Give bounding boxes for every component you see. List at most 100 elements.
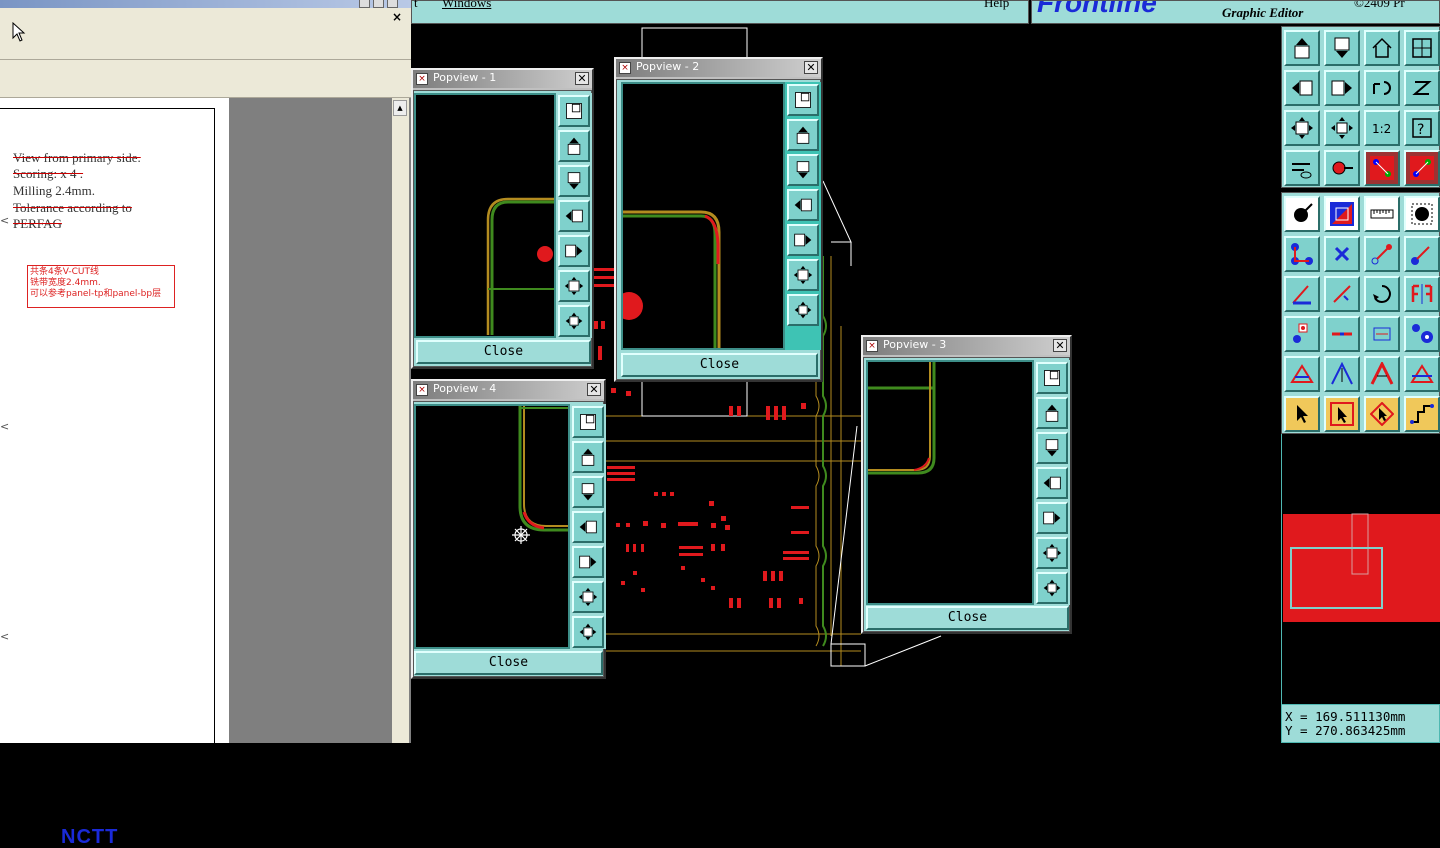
- home-button[interactable]: [1364, 30, 1400, 66]
- pan-right-button[interactable]: [558, 235, 590, 267]
- pan-left-button[interactable]: [1284, 70, 1320, 106]
- zoom-window-button[interactable]: [787, 84, 819, 116]
- pan-left-button[interactable]: [572, 511, 604, 543]
- group-button[interactable]: [1404, 316, 1440, 352]
- layers-a-button[interactable]: [1364, 150, 1400, 186]
- pan-right-button[interactable]: [787, 224, 819, 256]
- pan-right-button[interactable]: [1324, 70, 1360, 106]
- redraw-button[interactable]: [1404, 70, 1440, 106]
- popview-close-button[interactable]: Close: [414, 651, 603, 675]
- pan-down-button[interactable]: [787, 154, 819, 186]
- help-button[interactable]: ?: [1404, 110, 1440, 146]
- popview-close-icon[interactable]: ✕: [587, 383, 601, 396]
- pan-down-button[interactable]: [572, 476, 604, 508]
- pan-down-button[interactable]: [1036, 432, 1068, 464]
- color-button[interactable]: [1324, 196, 1360, 232]
- popview-titlebar[interactable]: × Popview - 4 ✕: [413, 381, 604, 399]
- path-button[interactable]: [1404, 396, 1440, 432]
- popview-canvas[interactable]: [621, 82, 785, 350]
- vertical-scrollbar[interactable]: ▲: [392, 98, 409, 743]
- connect-button[interactable]: [1284, 236, 1320, 272]
- pointer-box-button[interactable]: [1324, 396, 1360, 432]
- menu-item-windows[interactable]: Windows: [442, 0, 491, 11]
- pointer-button[interactable]: [1284, 396, 1320, 432]
- triangle-c-button[interactable]: [1364, 356, 1400, 392]
- maximize-button[interactable]: [373, 0, 384, 8]
- popview-close-icon[interactable]: ✕: [1053, 339, 1067, 352]
- popview-title: Popview - 3: [883, 338, 947, 351]
- rotate-button[interactable]: [1364, 276, 1400, 312]
- pan-down-button[interactable]: [1324, 30, 1360, 66]
- move-button[interactable]: [1284, 316, 1320, 352]
- measure-tool-button[interactable]: [1284, 150, 1320, 186]
- popview-close-icon[interactable]: ✕: [575, 72, 589, 85]
- close-button[interactable]: [387, 0, 398, 8]
- minimize-button[interactable]: [359, 0, 370, 8]
- popview-close-button[interactable]: Close: [416, 340, 591, 364]
- pan-up-button[interactable]: [558, 130, 590, 162]
- pan-right-button[interactable]: [1036, 502, 1068, 534]
- zoom-out-button[interactable]: [572, 581, 604, 613]
- triangle-a-button[interactable]: [1284, 356, 1320, 392]
- pan-down-button[interactable]: [558, 165, 590, 197]
- window-button[interactable]: [1404, 30, 1440, 66]
- pan-up-button[interactable]: [787, 119, 819, 151]
- pan-up-button[interactable]: [1036, 397, 1068, 429]
- zoom-all-button[interactable]: [1324, 110, 1360, 146]
- zoom-out-button[interactable]: [787, 259, 819, 291]
- layers-b-button[interactable]: [1404, 150, 1440, 186]
- arc-button[interactable]: [1404, 236, 1440, 272]
- pad-button[interactable]: [1404, 196, 1440, 232]
- popview-1-window[interactable]: × Popview - 1 ✕ Close: [411, 68, 594, 369]
- zoom-in-button[interactable]: [572, 616, 604, 648]
- popview-2-window[interactable]: × Popview - 2 ✕ Close: [614, 57, 823, 382]
- popview-canvas[interactable]: [414, 404, 570, 649]
- zoom-out-button[interactable]: [1036, 537, 1068, 569]
- zoom-in-button[interactable]: [1036, 572, 1068, 604]
- zoom-window-button[interactable]: [558, 95, 590, 127]
- scroll-up-icon[interactable]: ▲: [393, 100, 407, 116]
- pan-up-button[interactable]: [572, 441, 604, 473]
- popview-close-button[interactable]: Close: [866, 606, 1069, 630]
- pointer-rotate-button[interactable]: [1364, 396, 1400, 432]
- pan-left-button[interactable]: [1036, 467, 1068, 499]
- popview-canvas[interactable]: [414, 93, 556, 338]
- angle-button[interactable]: [1284, 276, 1320, 312]
- popview-3-window[interactable]: × Popview - 3 ✕ Close: [861, 335, 1072, 634]
- scale-button[interactable]: 1:2: [1364, 110, 1400, 146]
- triangle-b-button[interactable]: [1324, 356, 1360, 392]
- popview-canvas[interactable]: [866, 360, 1034, 605]
- horiz-line-button[interactable]: [1324, 316, 1360, 352]
- line-button[interactable]: [1364, 236, 1400, 272]
- popview-titlebar[interactable]: × Popview - 1 ✕: [413, 70, 592, 88]
- dimension-button[interactable]: [1364, 316, 1400, 352]
- popview-4-window[interactable]: × Popview - 4 ✕ Close: [411, 379, 606, 679]
- pan-up-button[interactable]: [1284, 30, 1320, 66]
- pan-left-icon: [565, 209, 583, 223]
- slope-button[interactable]: [1324, 276, 1360, 312]
- zoom-out-button[interactable]: [558, 270, 590, 302]
- triangle-d-button[interactable]: [1404, 356, 1440, 392]
- zoom-in-button[interactable]: [558, 305, 590, 337]
- mirror-button[interactable]: [1404, 276, 1440, 312]
- zoom-window-button[interactable]: [572, 406, 604, 438]
- popview-titlebar[interactable]: × Popview - 3 ✕: [863, 337, 1070, 355]
- popview-close-icon[interactable]: ✕: [804, 61, 818, 74]
- zoom-window-button[interactable]: [1036, 362, 1068, 394]
- pan-left-button[interactable]: [558, 200, 590, 232]
- menu-item-edit[interactable]: t: [414, 0, 418, 11]
- close-icon[interactable]: ×: [392, 10, 402, 24]
- popview-titlebar[interactable]: × Popview - 2 ✕: [616, 59, 821, 77]
- cross-button[interactable]: [1324, 236, 1360, 272]
- pan-right-button[interactable]: [572, 546, 604, 578]
- popview-close-button[interactable]: Close: [621, 353, 818, 377]
- undo-view-button[interactable]: [1364, 70, 1400, 106]
- probe-button[interactable]: [1324, 150, 1360, 186]
- ruler-button[interactable]: [1364, 196, 1400, 232]
- board-overview-map[interactable]: [1281, 434, 1440, 704]
- menu-item-help[interactable]: Help: [984, 0, 1009, 11]
- fit-button[interactable]: [1284, 110, 1320, 146]
- zoom-in-button[interactable]: [787, 294, 819, 326]
- select-pad-button[interactable]: [1284, 196, 1320, 232]
- pan-left-button[interactable]: [787, 189, 819, 221]
